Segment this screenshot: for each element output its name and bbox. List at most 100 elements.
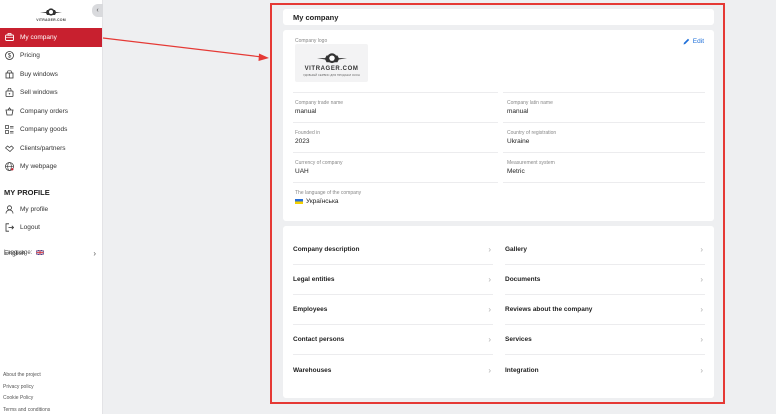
sidebar-nav: My company $ Pricing Buy windows Sell wi… [0, 28, 102, 176]
user-icon [4, 204, 14, 214]
link-label: Integration [505, 366, 539, 374]
divider [293, 92, 498, 93]
briefcase-icon [4, 32, 14, 42]
sidebar-item-label: Company goods [20, 126, 68, 134]
founded-value: 2023 [295, 138, 310, 145]
sidebar-item-label: Buy windows [20, 70, 58, 78]
profile-section-title: MY PROFILE [4, 188, 50, 197]
link-integration[interactable]: Integration › [505, 355, 705, 385]
divider [293, 182, 498, 183]
logout-icon [4, 223, 14, 233]
company-sections-card: Company description › Legal entities › Emp… [283, 226, 714, 398]
sidebar-item-buy-windows[interactable]: Buy windows [0, 65, 102, 84]
link-label: Employees [293, 306, 328, 313]
currency-label: Currency of company [295, 160, 343, 166]
sidebar-item-label: Pricing [20, 52, 40, 60]
country-label: Country of registration [507, 130, 557, 136]
link-warehouses[interactable]: Warehouses › [293, 355, 493, 385]
link-label: Legal entities [293, 276, 335, 283]
link-documents[interactable]: Documents › [505, 265, 705, 295]
trade-name-value: manual [295, 108, 317, 115]
link-contact-persons[interactable]: Contact persons › [293, 325, 493, 355]
ukraine-flag-icon [295, 198, 303, 204]
chevron-right-icon: › [488, 275, 491, 284]
language-selector[interactable]: Language: English › [0, 247, 102, 259]
pencil-icon [683, 38, 689, 45]
footer-link-terms[interactable]: Terms and conditions [3, 405, 50, 414]
currency-value: UAH [295, 168, 309, 175]
chevron-right-icon: › [700, 245, 703, 254]
sidebar-item-label: My webpage [20, 163, 57, 171]
company-language-label: The language of the company [295, 190, 362, 196]
sidebar-item-pricing[interactable]: $ Pricing [0, 47, 102, 66]
profile-nav: My profile Logout [0, 200, 102, 237]
link-services[interactable]: Services › [505, 325, 705, 355]
chevron-right-icon: › [488, 365, 491, 375]
language-value: English [4, 249, 26, 257]
sidebar-item-clients-partners[interactable]: Clients/partners [0, 139, 102, 158]
founded-label: Founded in [295, 130, 321, 136]
globe-icon [4, 162, 14, 172]
page-title: My company [293, 12, 339, 22]
footer-link-cookie[interactable]: Cookie Policy [3, 393, 50, 405]
link-reviews[interactable]: Reviews about the company › [505, 295, 705, 325]
sidebar-item-label: Logout [20, 224, 40, 232]
latin-name-value: manual [507, 108, 529, 115]
link-label: Contact persons [293, 336, 345, 343]
divider [293, 152, 498, 153]
brand-logo[interactable]: VITRAGER.COM [0, 0, 102, 26]
link-label: Gallery [505, 246, 528, 253]
sidebar-item-my-profile[interactable]: My profile [0, 200, 102, 219]
link-label: Services [505, 336, 532, 343]
sidebar-item-label: Sell windows [20, 89, 58, 97]
link-company-description[interactable]: Company description › [293, 235, 493, 265]
logo-subtitle: УДОБНЫЙ СЕРВИС ДЛЯ ПРОДАЖИ ОКОН [303, 72, 360, 77]
chevron-right-icon: › [488, 245, 491, 254]
link-label: Company description [293, 246, 360, 253]
company-language-value: Українська [295, 198, 339, 205]
logo-emblem-icon [316, 52, 347, 63]
chevron-right-icon: › [700, 335, 703, 344]
edit-button[interactable]: Edit [683, 38, 704, 45]
footer-link-privacy[interactable]: Privacy policy [3, 382, 50, 394]
latin-name-label: Company latin name [507, 100, 553, 106]
sidebar-item-company-goods[interactable]: Company goods [0, 121, 102, 140]
company-logo-image: VITRAGER.COM УДОБНЫЙ СЕРВИС ДЛЯ ПРОДАЖИ … [295, 44, 368, 82]
sidebar-item-sell-windows[interactable]: Sell windows [0, 84, 102, 103]
sidebar-item-my-webpage[interactable]: My webpage [0, 158, 102, 177]
sidebar-item-label: My company [20, 33, 57, 41]
footer-link-about[interactable]: About the project [3, 370, 50, 382]
handshake-icon [4, 143, 14, 153]
logo-text: VITRAGER.COM [36, 18, 66, 22]
lock-bag-icon [4, 88, 14, 98]
link-employees[interactable]: Employees › [293, 295, 493, 325]
chevron-right-icon: › [700, 305, 703, 314]
logo-emblem-icon [40, 6, 62, 17]
measure-value: Metric [507, 168, 525, 175]
measure-label: Measurement system [507, 160, 555, 166]
basket-icon [4, 106, 14, 116]
trade-name-label: Company trade name [295, 100, 344, 106]
country-value: Ukraine [507, 138, 530, 145]
divider [293, 122, 498, 123]
page-header: My company [283, 9, 714, 25]
link-label: Documents [505, 276, 541, 283]
collapse-sidebar-button[interactable]: ‹ [92, 4, 103, 17]
sidebar-item-my-company[interactable]: My company [0, 28, 102, 47]
grid-list-icon [4, 125, 14, 135]
divider [503, 122, 705, 123]
uk-flag-icon [36, 249, 45, 257]
chevron-right-icon: › [488, 335, 491, 344]
sidebar-item-logout[interactable]: Logout [0, 219, 102, 238]
logo-title: VITRAGER.COM [304, 65, 359, 72]
link-gallery[interactable]: Gallery › [505, 235, 705, 265]
sidebar-item-label: Clients/partners [20, 144, 66, 152]
sidebar-item-company-orders[interactable]: Company orders [0, 102, 102, 121]
divider [503, 92, 705, 93]
link-legal-entities[interactable]: Legal entities › [293, 265, 493, 295]
divider [503, 152, 705, 153]
chevron-right-icon: › [700, 275, 703, 284]
footer-links: About the project Privacy policy Cookie … [3, 370, 50, 414]
chevron-right-icon: › [93, 248, 96, 258]
sidebar-item-label: Company orders [20, 107, 69, 115]
